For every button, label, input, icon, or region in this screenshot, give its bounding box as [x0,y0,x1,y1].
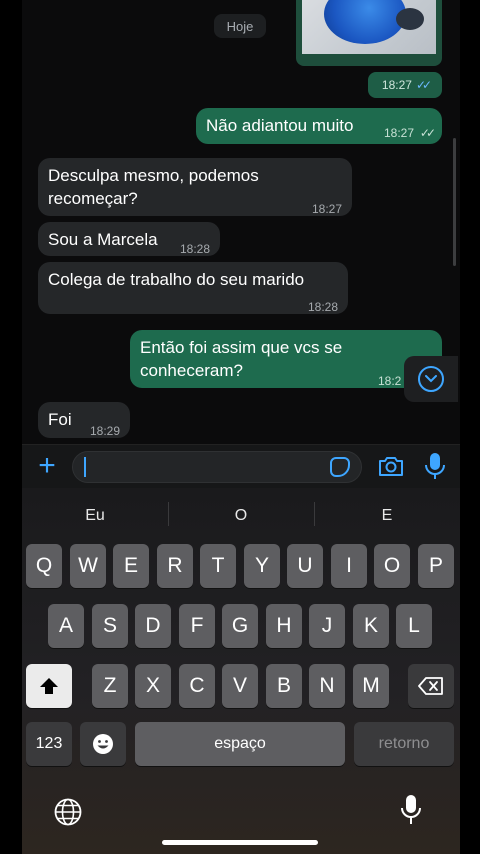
key-t[interactable]: T [200,544,236,588]
suggestion-divider [314,502,315,526]
shift-key[interactable] [26,664,72,708]
image-blue-shape [324,0,406,44]
key-w[interactable]: W [70,544,106,588]
phone-screen: Hoje 18:27 ✓✓ Não adiantou muito 18:27 ✓… [22,0,460,854]
text-caret [84,457,86,477]
message-time: 18:29 [89,424,120,438]
camera-icon[interactable] [378,455,404,477]
backspace-key[interactable] [408,664,454,708]
scroll-to-bottom-button[interactable] [404,356,458,402]
keyboard: Eu O E Q W E R T Y U I O P A S D F G H J… [22,488,460,854]
suggestion-divider [168,502,169,526]
image-dark-shape [396,8,424,30]
dictation-microphone-icon[interactable] [400,794,422,826]
shift-arrow-icon [40,678,58,694]
read-ticks-icon: ✓✓ [415,78,432,92]
key-j[interactable]: J [309,604,345,648]
message-text: Foi [48,410,72,429]
key-q[interactable]: Q [26,544,62,588]
key-b[interactable]: B [266,664,302,708]
message-bubble-out[interactable]: Então foi assim que vcs se conheceram? 1… [130,330,442,388]
message-bubble-in[interactable]: Colega de trabalho do seu marido 18:28 [38,262,348,314]
key-o[interactable]: O [374,544,410,588]
key-g[interactable]: G [222,604,258,648]
key-v[interactable]: V [222,664,258,708]
message-text: Então foi assim que vcs se conheceram? [140,338,343,380]
message-input[interactable] [72,451,362,483]
message-time: 18:27 [381,78,412,92]
key-f[interactable]: F [179,604,215,648]
message-bubble-in[interactable]: Foi 18:29 [38,402,130,438]
key-a[interactable]: A [48,604,84,648]
suggestion-1[interactable]: Eu [22,498,168,534]
key-p[interactable]: P [418,544,454,588]
key-l[interactable]: L [396,604,432,648]
image-thumbnail [302,0,436,54]
key-i[interactable]: I [331,544,367,588]
message-bubble-in[interactable]: Sou a Marcela 18:28 [38,222,220,256]
message-bubble-in[interactable]: Desculpa mesmo, podemos recomeçar? 18:27 [38,158,352,216]
message-time: 18:28 [307,300,338,314]
key-m[interactable]: M [353,664,389,708]
key-e[interactable]: E [113,544,149,588]
key-u[interactable]: U [287,544,323,588]
key-y[interactable]: Y [244,544,280,588]
message-time: 18:27 [311,202,342,216]
image-message-meta: 18:27 ✓✓ [368,72,442,98]
key-x[interactable]: X [135,664,171,708]
chat-area[interactable]: Hoje 18:27 ✓✓ Não adiantou muito 18:27 ✓… [22,0,460,444]
key-h[interactable]: H [266,604,302,648]
message-text: Não adiantou muito [206,116,354,135]
key-c[interactable]: C [179,664,215,708]
message-time: 18:28 [179,242,210,256]
home-indicator[interactable] [162,840,318,845]
key-d[interactable]: D [135,604,171,648]
globe-icon[interactable] [54,798,82,826]
message-bubble-out[interactable]: Não adiantou muito 18:27 ✓✓ [196,108,442,144]
message-text: Colega de trabalho do seu marido [48,270,305,289]
chat-scrollbar[interactable] [453,138,456,266]
image-message[interactable] [296,0,442,66]
suggestion-2[interactable]: O [168,498,314,534]
numbers-key[interactable]: 123 [26,722,72,766]
return-key[interactable]: retorno [354,722,454,766]
date-separator: Hoje [214,14,266,38]
read-ticks-icon: ✓✓ [419,126,436,140]
key-s[interactable]: S [92,604,128,648]
emoji-icon [93,734,113,754]
suggestion-3[interactable]: E [314,498,460,534]
key-r[interactable]: R [157,544,193,588]
message-text: Desculpa mesmo, podemos recomeçar? [48,166,259,208]
backspace-icon [418,677,443,695]
suggestion-bar: Eu O E [22,498,460,534]
key-k[interactable]: K [353,604,389,648]
message-text: Sou a Marcela [48,230,158,249]
message-time: 18:2 [378,374,402,388]
composer-bar: + [22,444,460,488]
key-n[interactable]: N [309,664,345,708]
plus-icon[interactable]: + [34,451,60,481]
key-z[interactable]: Z [92,664,128,708]
emoji-key[interactable] [80,722,126,766]
chevron-down-icon [418,366,444,392]
microphone-icon[interactable] [424,451,446,481]
message-time: 18:27 [383,126,414,140]
space-key[interactable]: espaço [135,722,345,766]
